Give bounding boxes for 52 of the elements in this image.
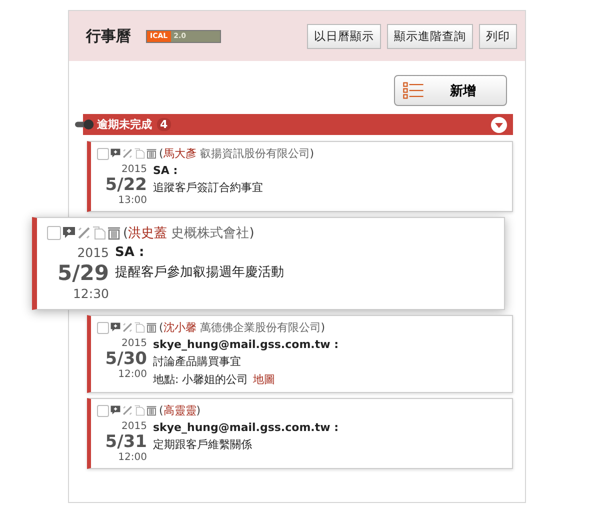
list-icon — [403, 82, 424, 99]
trash-icon[interactable] — [146, 322, 157, 333]
event-description: 討論產品購買事宜 — [153, 354, 242, 369]
map-link[interactable]: 地圖 — [253, 372, 276, 387]
comment-icon[interactable] — [62, 226, 76, 240]
header-button[interactable]: 以日曆顯示 — [307, 24, 381, 48]
comment-icon[interactable] — [110, 405, 121, 416]
contact-line: (沈小馨 萬德佛企業股份有限公司) — [159, 320, 326, 335]
event-date: 5/29 — [57, 260, 109, 286]
copy-icon[interactable] — [92, 226, 106, 240]
event-description: 定期跟客戶維繫關係 — [153, 437, 253, 452]
event-author: SA : — [115, 245, 146, 260]
comment-icon[interactable] — [110, 322, 121, 333]
section-count: 4 — [157, 118, 171, 131]
header-button[interactable]: 列印 — [479, 24, 517, 48]
event-year: 2015 — [77, 245, 109, 260]
event-description: 提醒客戶參加叡揚週年慶活動 — [115, 264, 284, 281]
copy-icon[interactable] — [134, 405, 145, 416]
trash-icon[interactable] — [146, 405, 157, 416]
contact-line: (馬大彥 叡揚資訊股份有限公司) — [159, 146, 314, 161]
contact-line: (高靈靈) — [159, 403, 201, 418]
event-author: SA : — [153, 164, 179, 177]
comment-icon[interactable] — [110, 148, 121, 159]
event-description: 追蹤客戶簽訂合約事宜 — [153, 180, 263, 195]
checkbox[interactable] — [97, 148, 109, 160]
copy-icon[interactable] — [134, 322, 145, 333]
page-title: 行事曆 — [86, 26, 131, 46]
contact-line: (洪史蓋 史概株式會社) — [123, 225, 254, 242]
trash-icon[interactable] — [146, 148, 157, 159]
add-button[interactable]: 新增 — [394, 75, 507, 106]
header-button[interactable]: 顯示進階查詢 — [387, 24, 473, 48]
event-time: 12:00 — [118, 452, 147, 463]
event-date: 5/30 — [105, 349, 147, 369]
event-year: 2015 — [122, 164, 147, 175]
checkbox[interactable] — [47, 226, 61, 240]
collapse-icon[interactable] — [491, 116, 507, 132]
event-location: 地點: 小馨姐的公司 — [153, 372, 248, 387]
event-year: 2015 — [122, 338, 147, 349]
checkbox[interactable] — [97, 404, 109, 416]
trash-icon[interactable] — [107, 226, 121, 240]
event-year: 2015 — [122, 421, 147, 432]
section-title: 逾期未完成 — [97, 117, 152, 132]
event-author: skye_hung@mail.gss.com.tw : — [153, 421, 338, 434]
event-time: 12:30 — [72, 286, 109, 301]
event-time: 13:00 — [118, 195, 147, 206]
event-date: 5/22 — [105, 175, 147, 195]
section-bar[interactable]: 逾期未完成 4 — [83, 114, 513, 135]
checkbox[interactable] — [97, 322, 109, 334]
copy-icon[interactable] — [134, 148, 145, 159]
event-date: 5/31 — [105, 432, 147, 452]
event-author: skye_hung@mail.gss.com.tw : — [153, 338, 338, 351]
event-time: 12:00 — [118, 369, 147, 380]
